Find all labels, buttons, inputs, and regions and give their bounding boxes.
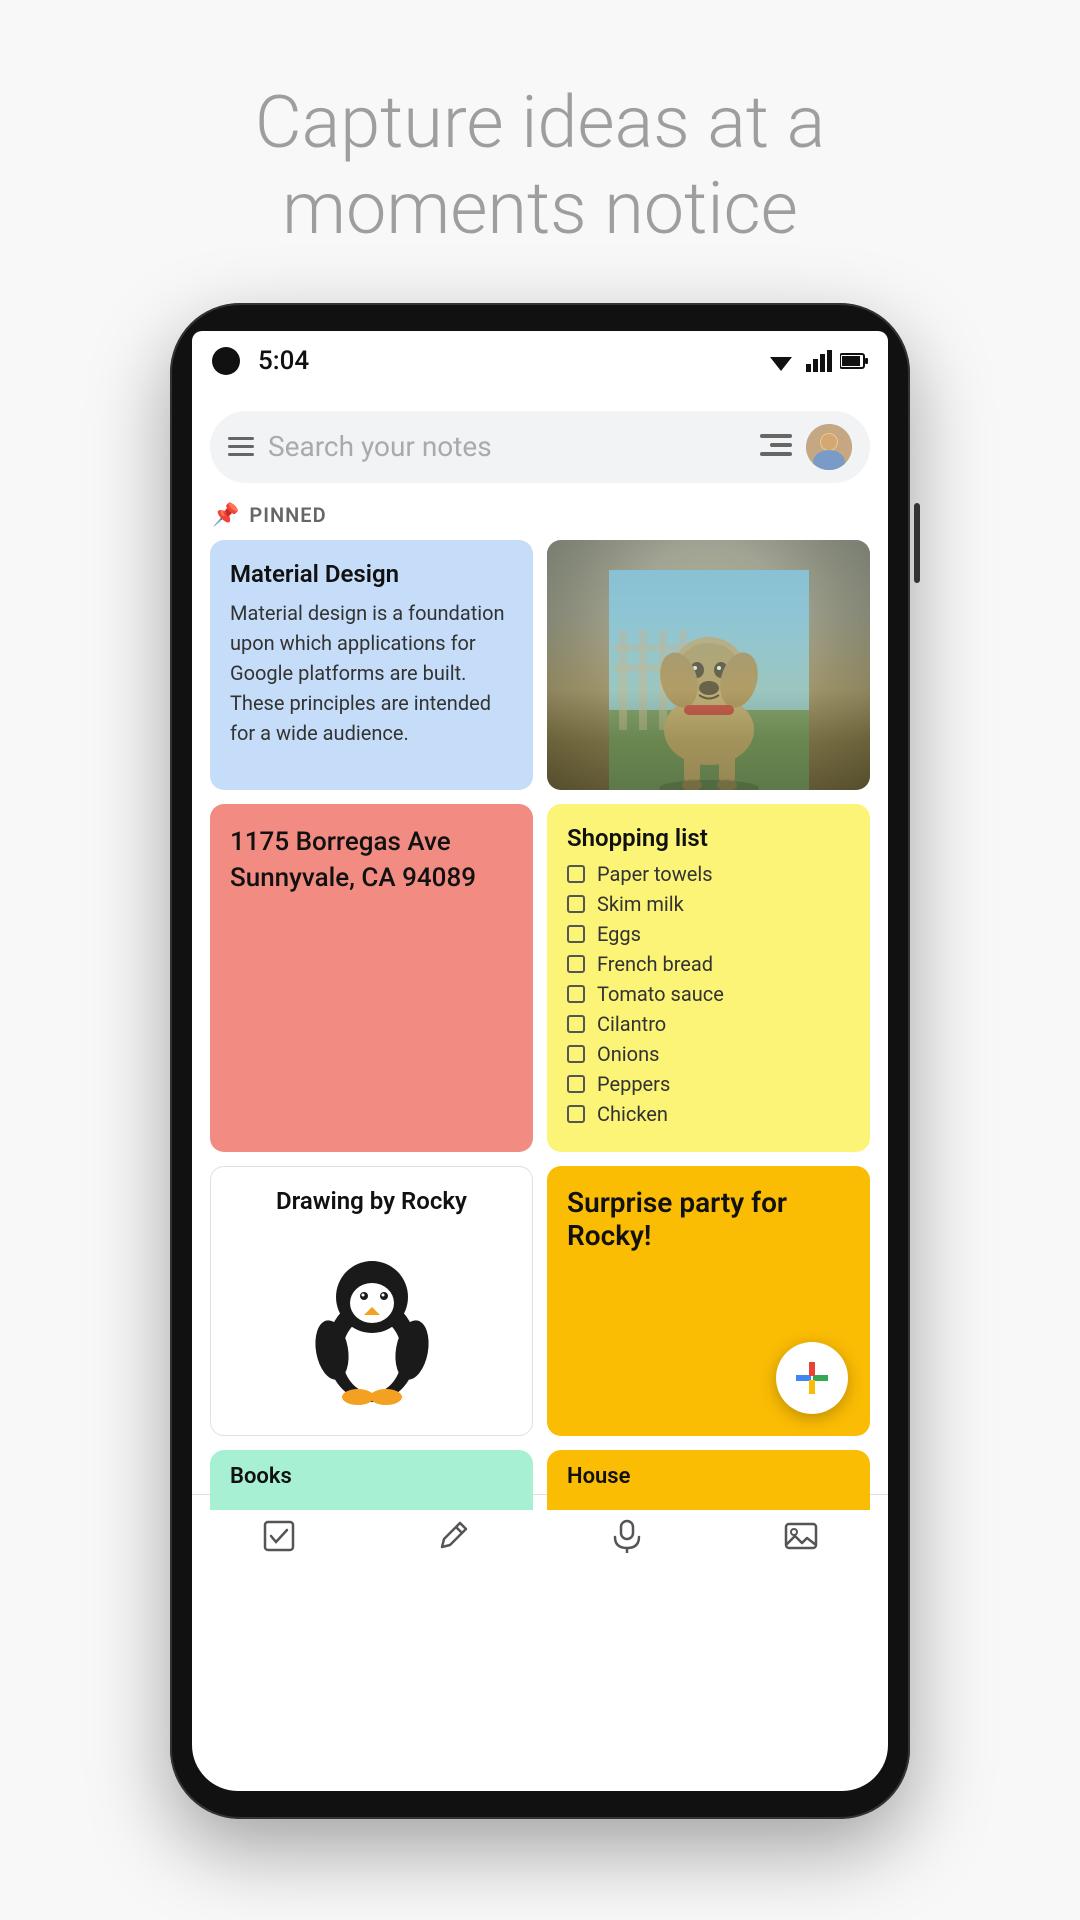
list-item: Skim milk [567, 892, 850, 916]
pinned-section-label: 📌 PINNED [192, 495, 888, 540]
camera [212, 347, 240, 375]
note-address[interactable]: 1175 Borregas Ave Sunnyvale, CA 94089 [210, 804, 533, 1152]
dog-photo-image [547, 540, 870, 790]
partial-note-house[interactable]: House [547, 1450, 870, 1510]
list-item: Tomato sauce [567, 982, 850, 1006]
mic-icon [610, 1519, 644, 1553]
wifi-icon [764, 349, 798, 373]
bottom-partial-cards: Books House [192, 1436, 888, 1510]
shopping-list-title: Shopping list [567, 824, 850, 852]
signal-icon [806, 350, 832, 372]
party-title: Surprise party for Rocky! [567, 1186, 850, 1252]
phone-mockup: 5:04 [170, 303, 910, 1819]
phone-frame: 5:04 [170, 303, 910, 1819]
house-title: House [567, 1464, 850, 1489]
hero-line1: Capture ideas at a [255, 80, 825, 165]
status-icons [764, 349, 868, 373]
list-item: Eggs [567, 922, 850, 946]
status-time: 5:04 [258, 346, 309, 376]
pinned-text: PINNED [249, 503, 326, 527]
menu-button[interactable] [228, 437, 254, 456]
phone-screen: Search your notes 📌 PINNED [192, 391, 888, 1791]
nav-notes-button[interactable] [234, 1511, 324, 1561]
list-item: Paper towels [567, 862, 850, 886]
checkbox[interactable] [567, 1105, 585, 1123]
add-note-fab[interactable] [776, 1342, 848, 1414]
penguin-illustration [231, 1225, 512, 1415]
search-input[interactable]: Search your notes [268, 430, 746, 463]
penguin-svg [302, 1235, 442, 1405]
list-item: Cilantro [567, 1012, 850, 1036]
note-body: Material design is a foundation upon whi… [230, 598, 513, 748]
dog-illustration [609, 570, 809, 790]
checkbox[interactable] [567, 1075, 585, 1093]
note-dog-photo[interactable] [547, 540, 870, 790]
note-address-text: 1175 Borregas Ave Sunnyvale, CA 94089 [230, 824, 513, 897]
checkbox[interactable] [567, 1045, 585, 1063]
avatar[interactable] [806, 424, 852, 470]
shopping-list-items: Paper towels Skim milk Eggs French bread… [567, 862, 850, 1126]
hero-line2: moments notice [282, 166, 798, 251]
note-penguin-drawing[interactable]: Drawing by Rocky [210, 1166, 533, 1436]
nav-draw-button[interactable] [408, 1511, 498, 1561]
pencil-icon [436, 1519, 470, 1553]
list-item: French bread [567, 952, 850, 976]
check-square-icon [262, 1519, 296, 1553]
checkbox[interactable] [567, 925, 585, 943]
nav-image-button[interactable] [756, 1511, 846, 1561]
status-bar: 5:04 [192, 331, 888, 391]
notes-grid: Material Design Material design is a fou… [192, 540, 888, 1436]
hero-tagline: Capture ideas at a moments notice [0, 0, 1080, 303]
checkbox[interactable] [567, 955, 585, 973]
list-item: Chicken [567, 1102, 850, 1126]
battery-icon [840, 352, 868, 370]
note-shopping-list[interactable]: Shopping list Paper towels Skim milk Egg… [547, 804, 870, 1152]
books-title: Books [230, 1464, 513, 1489]
side-button [914, 503, 920, 583]
checkbox[interactable] [567, 865, 585, 883]
drawing-title: Drawing by Rocky [231, 1187, 512, 1215]
layout-toggle-icon[interactable] [760, 434, 792, 460]
checkbox[interactable] [567, 1015, 585, 1033]
add-icon [794, 1360, 830, 1396]
note-material-design[interactable]: Material Design Material design is a fou… [210, 540, 533, 790]
list-item: Onions [567, 1042, 850, 1066]
note-title: Material Design [230, 560, 513, 588]
partial-note-books[interactable]: Books [210, 1450, 533, 1510]
image-icon [784, 1519, 818, 1553]
search-bar[interactable]: Search your notes [210, 411, 870, 483]
checkbox[interactable] [567, 985, 585, 1003]
nav-voice-button[interactable] [582, 1511, 672, 1561]
checkbox[interactable] [567, 895, 585, 913]
pin-icon: 📌 [212, 503, 239, 528]
list-item: Peppers [567, 1072, 850, 1096]
